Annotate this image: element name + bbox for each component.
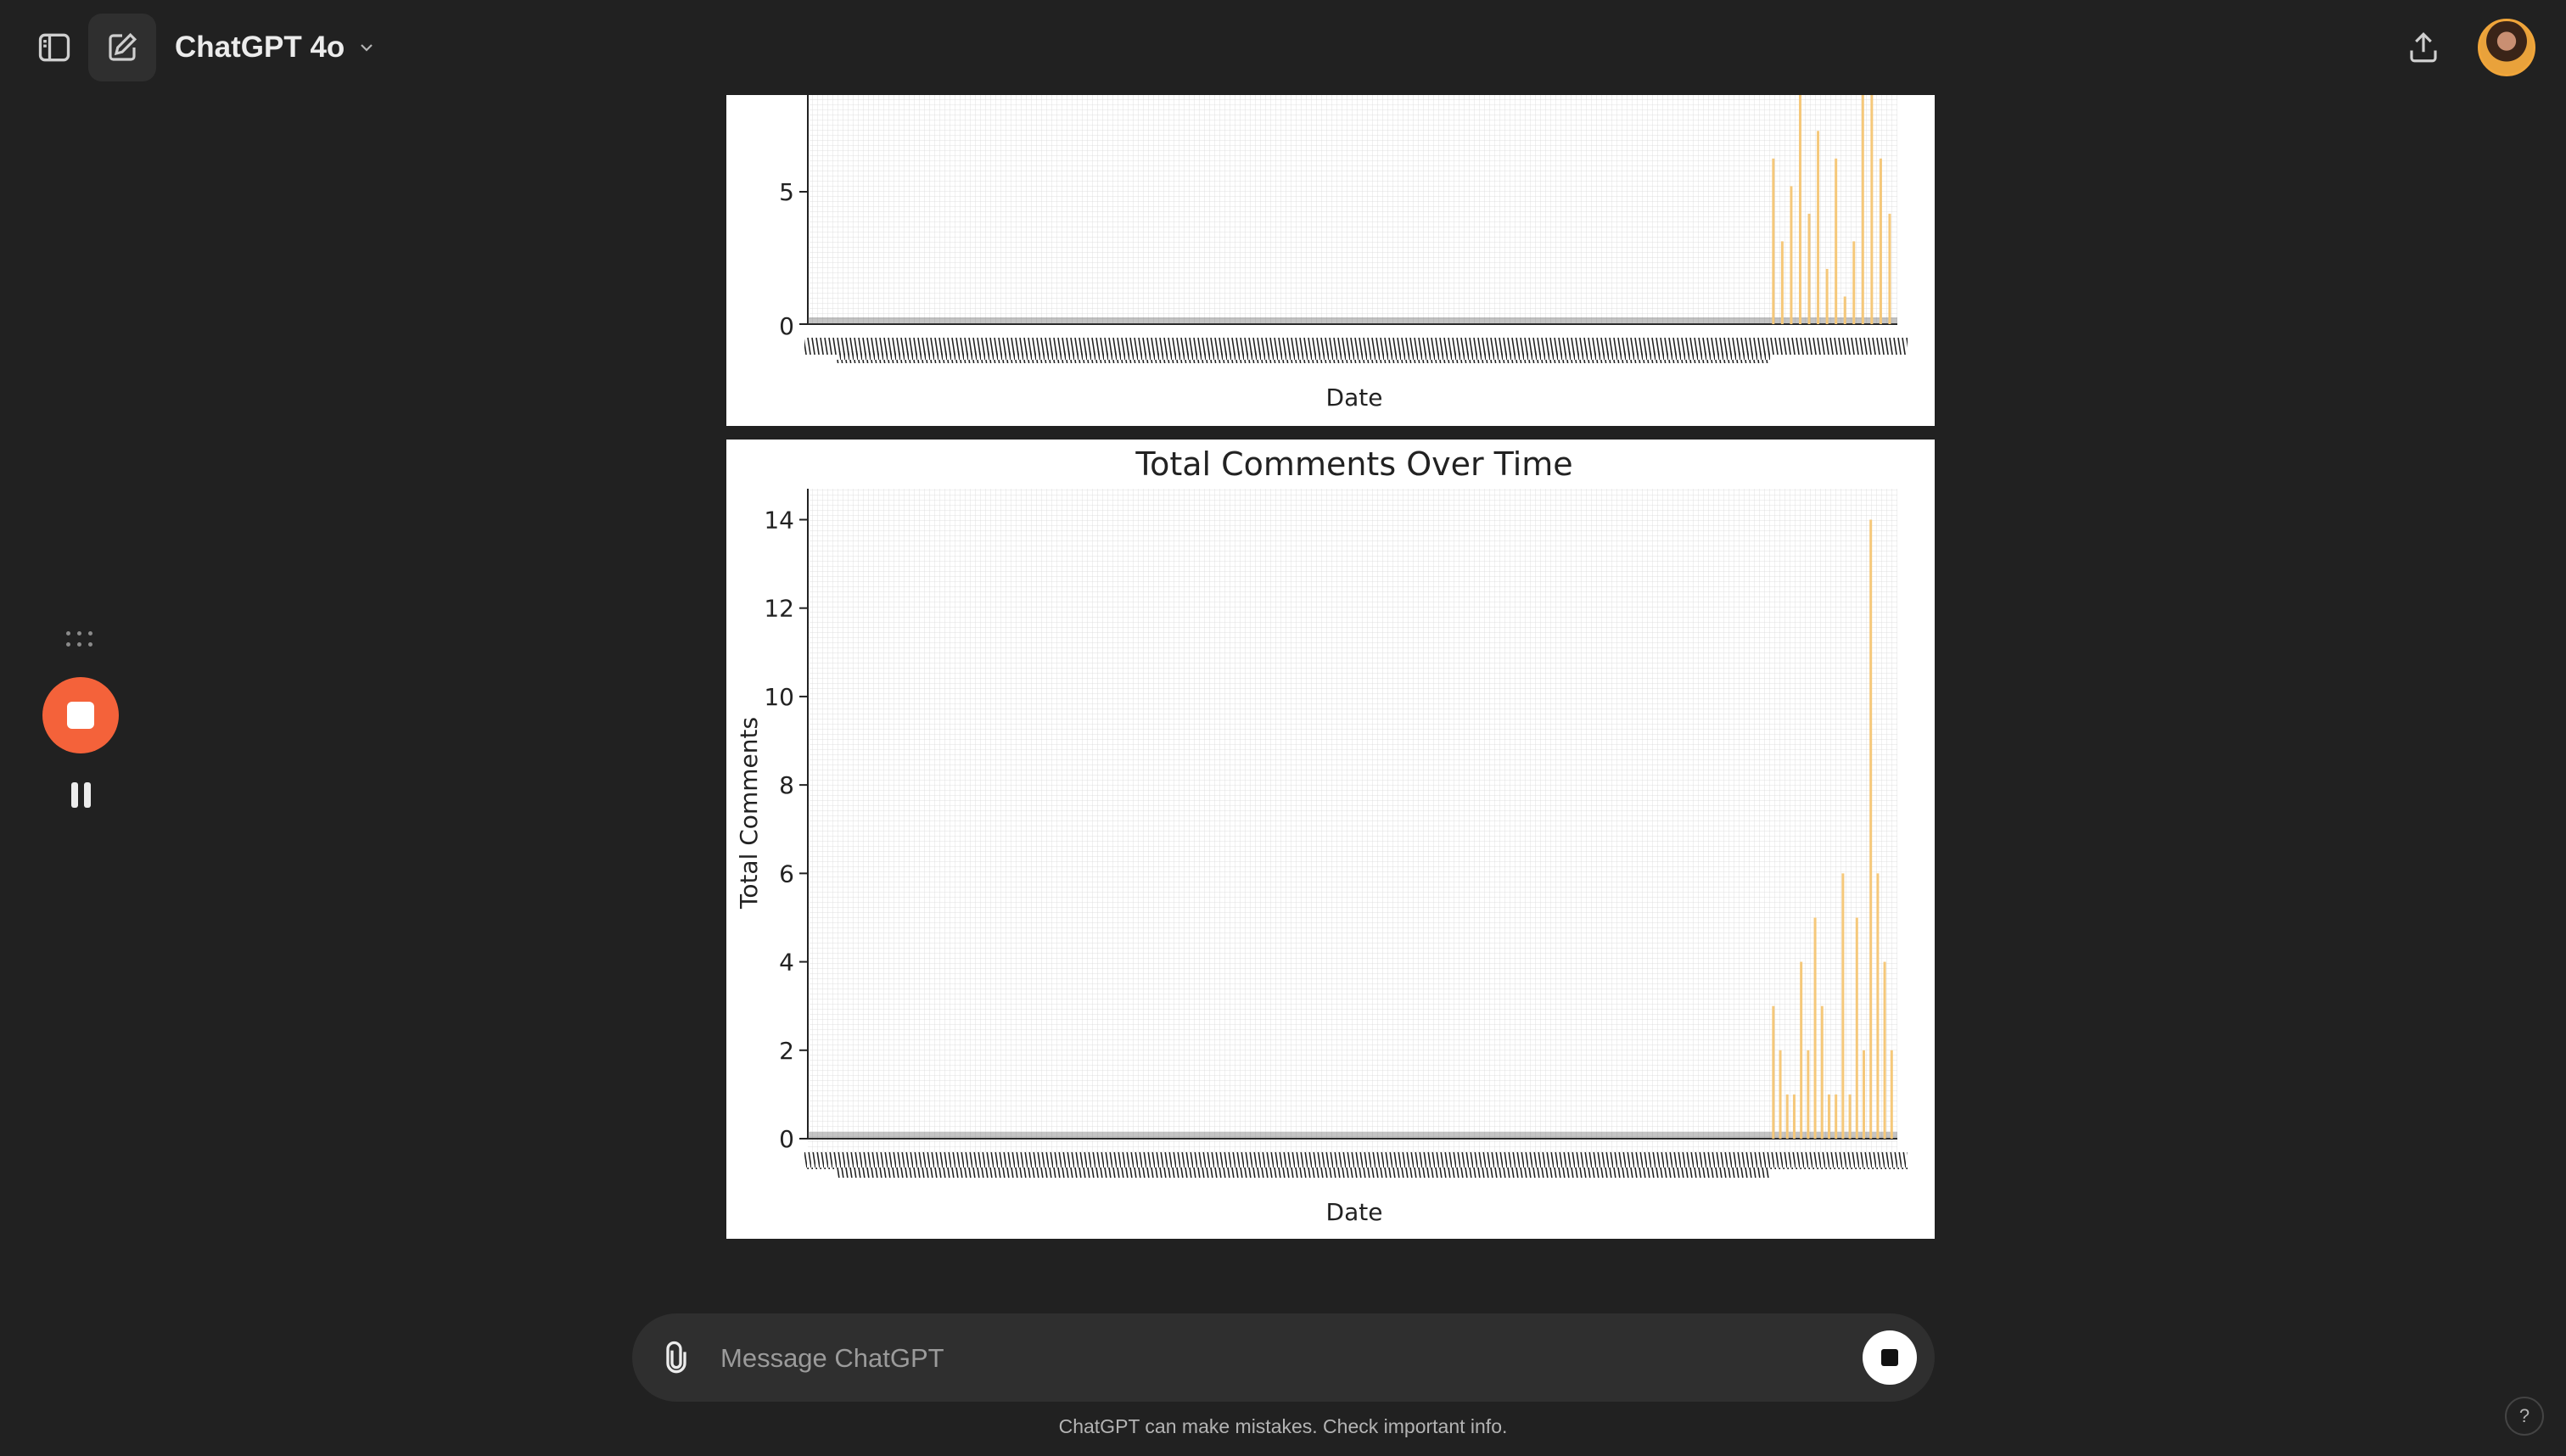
x-axis-label: Date xyxy=(1326,1198,1383,1226)
voice-stop-button[interactable] xyxy=(42,677,119,753)
chart-bottom: Total Comments Over Time 0 2 4 6 8 10 12 14 Dat… xyxy=(735,445,1908,1226)
bar xyxy=(1888,213,1891,324)
chart-top: 5 0 Date xyxy=(779,95,1908,412)
bar xyxy=(1870,95,1874,324)
bar xyxy=(1862,1050,1865,1139)
message-input[interactable] xyxy=(719,1334,1791,1383)
bar xyxy=(1820,1005,1824,1139)
bar xyxy=(1848,1094,1852,1139)
ytick-label: 0 xyxy=(779,1125,794,1153)
x-axis-label: Date xyxy=(1326,384,1383,412)
bar xyxy=(1835,1094,1838,1139)
y-axis-label: Total Comments xyxy=(735,717,763,910)
bar xyxy=(1798,95,1801,324)
compose-icon xyxy=(109,32,137,61)
bar xyxy=(1800,961,1803,1139)
bar xyxy=(1825,268,1829,324)
bar xyxy=(1772,158,1775,324)
bar xyxy=(1827,1094,1830,1139)
ytick-label: 8 xyxy=(779,771,794,799)
ytick-label: 2 xyxy=(779,1037,794,1065)
stop-generating-button[interactable] xyxy=(1863,1330,1917,1385)
bar xyxy=(1792,1094,1796,1139)
ytick-label: 14 xyxy=(764,506,794,534)
bar xyxy=(1817,131,1820,324)
chart-title: Total Comments Over Time xyxy=(1135,445,1572,483)
ytick-label: 4 xyxy=(779,949,794,977)
attach-button[interactable] xyxy=(658,1339,695,1376)
ytick-label: 5 xyxy=(779,178,794,206)
help-button[interactable]: ? xyxy=(2505,1397,2544,1436)
bar xyxy=(1835,158,1838,324)
stop-icon xyxy=(67,702,94,729)
bar xyxy=(1890,1050,1893,1139)
user-avatar[interactable] xyxy=(2478,19,2535,76)
bar xyxy=(1861,95,1864,324)
share-upload-icon xyxy=(2410,32,2437,63)
bar xyxy=(1785,1094,1789,1139)
bar xyxy=(1879,158,1882,324)
pause-icon xyxy=(70,782,78,808)
chart-panel-bottom: Total Comments Over Time 0 2 4 6 8 10 12 14 Dat… xyxy=(726,440,1935,1239)
bar xyxy=(1843,296,1846,324)
share-button[interactable] xyxy=(2390,14,2457,81)
ytick-label: 12 xyxy=(764,595,794,623)
bar xyxy=(1780,241,1784,324)
grip-dots-icon[interactable] xyxy=(66,631,93,648)
ytick-label: 0 xyxy=(779,312,794,340)
disclaimer-text: ChatGPT can make mistakes. Check importa… xyxy=(1058,1415,1508,1437)
message-composer xyxy=(632,1313,1935,1402)
bar xyxy=(1772,1005,1775,1139)
sidebar-toggle-button[interactable] xyxy=(20,14,88,81)
ytick-label: 10 xyxy=(764,683,794,711)
top-bar: ChatGPT 4o xyxy=(0,0,2566,95)
bar xyxy=(1841,873,1845,1139)
bar xyxy=(1869,519,1873,1139)
new-chat-button[interactable] xyxy=(88,14,156,81)
stop-generating-icon xyxy=(1881,1349,1898,1366)
chart-panel-top: 5 0 Date xyxy=(726,95,1935,426)
paperclip-icon xyxy=(666,1341,686,1374)
chevron-down-icon xyxy=(361,44,373,52)
voice-pause-button[interactable] xyxy=(68,782,93,811)
model-name: ChatGPT 4o xyxy=(175,31,345,64)
sidebar-toggle-icon xyxy=(38,33,70,62)
bar xyxy=(1779,1050,1782,1139)
bar xyxy=(1883,961,1886,1139)
bar xyxy=(1790,186,1793,324)
model-selector[interactable]: ChatGPT 4o xyxy=(175,25,377,70)
ytick-label: 6 xyxy=(779,860,794,888)
bar xyxy=(1852,241,1856,324)
bar xyxy=(1807,1050,1810,1139)
bar xyxy=(1855,917,1858,1139)
bar xyxy=(1807,213,1811,324)
bar xyxy=(1813,917,1817,1139)
bar xyxy=(1876,873,1880,1139)
